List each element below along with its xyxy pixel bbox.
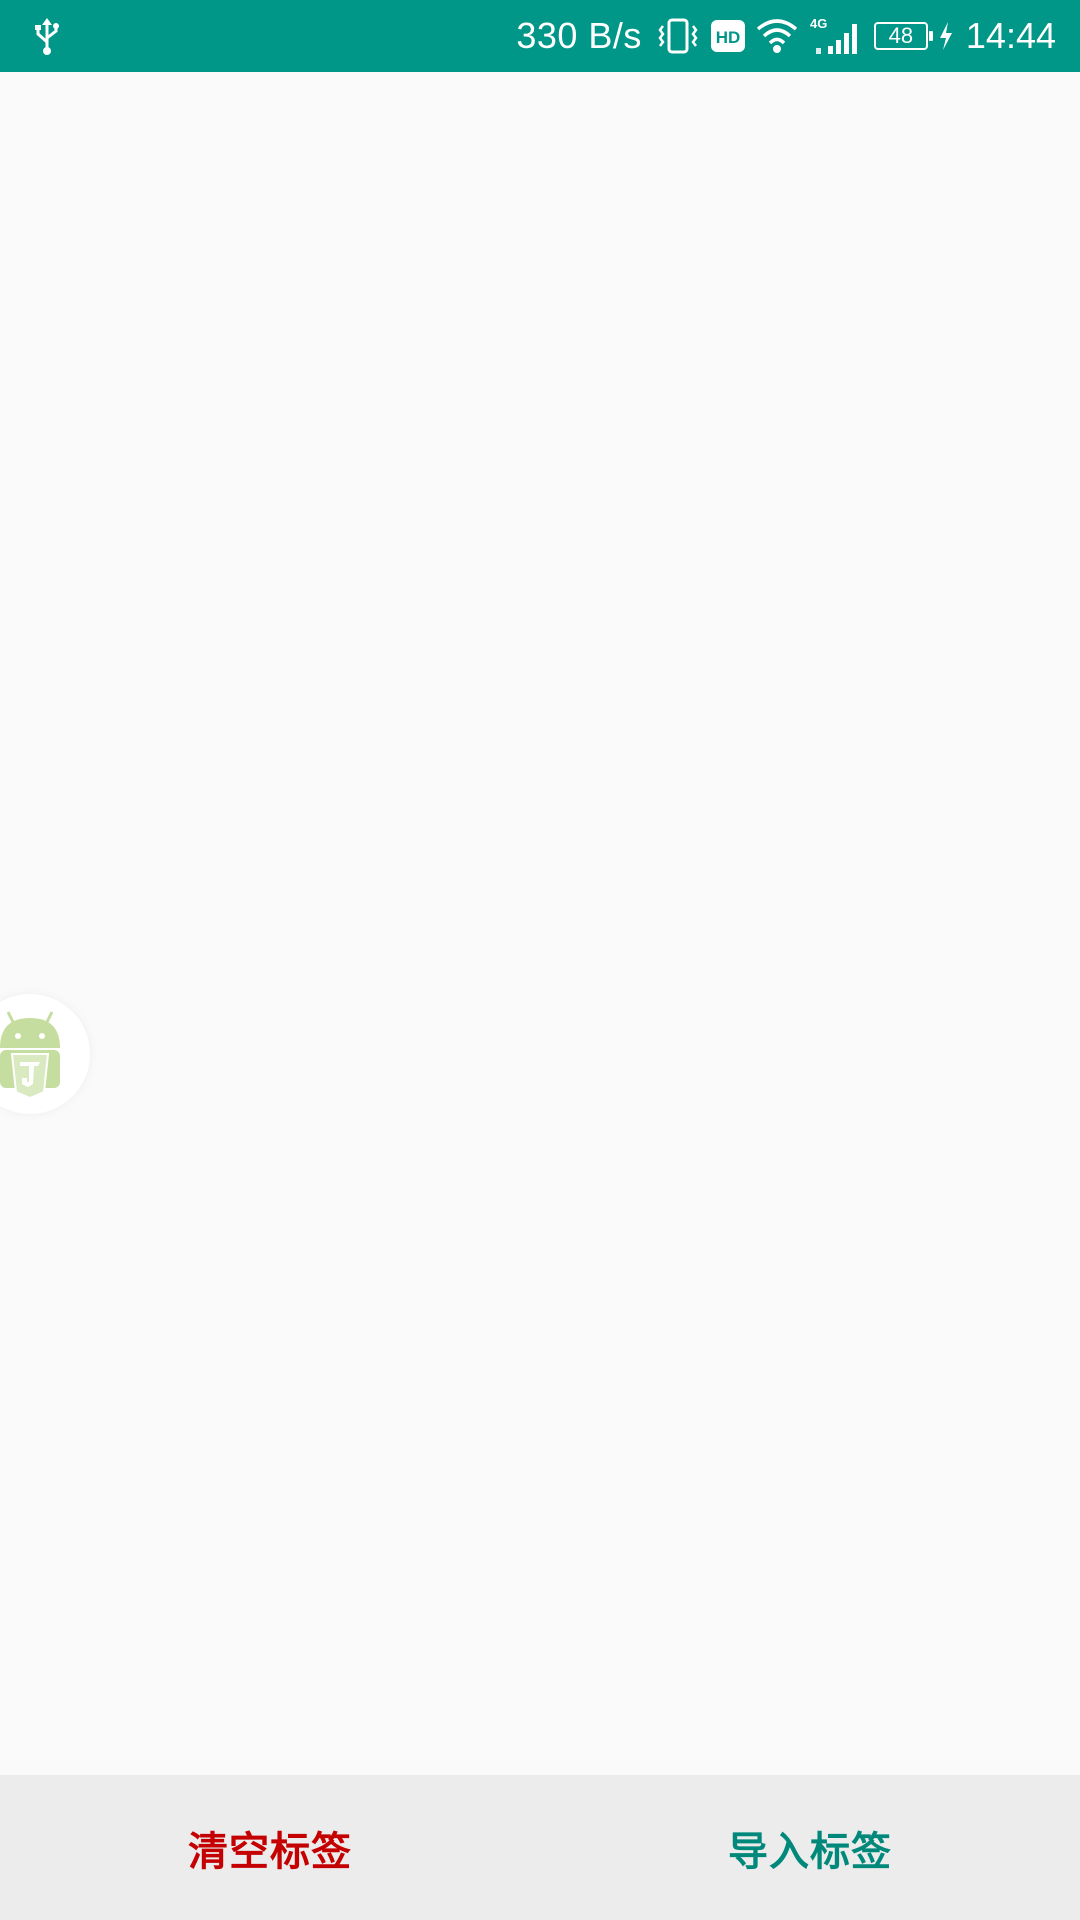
battery-level: 48 <box>888 23 914 48</box>
net-speed: 330 B/s <box>516 15 642 56</box>
signal-icon: 4G <box>810 16 857 54</box>
battery-icon: 48 <box>873 22 933 50</box>
floating-bubble[interactable] <box>0 994 90 1114</box>
tag-content-area <box>0 72 1080 1775</box>
vibrate-icon <box>658 18 698 54</box>
network-type-label: 4G <box>810 16 827 31</box>
wifi-icon <box>756 19 798 53</box>
import-tags-button[interactable]: 导入标签 <box>540 1775 1080 1920</box>
clear-tags-button[interactable]: 清空标签 <box>0 1775 540 1920</box>
usb-icon <box>35 18 59 55</box>
hd-label: HD <box>716 28 741 47</box>
status-icons: 330 B/s HD 4G 48 14:44 <box>516 0 1056 72</box>
status-bar: 330 B/s HD 4G 48 14:44 <box>0 0 1080 72</box>
hd-icon: HD <box>710 20 745 52</box>
clock: 14:44 <box>965 15 1056 56</box>
charging-icon <box>939 22 952 50</box>
bottom-action-bar: 清空标签 导入标签 <box>0 1775 1080 1920</box>
android-html5-icon <box>0 1011 60 1100</box>
